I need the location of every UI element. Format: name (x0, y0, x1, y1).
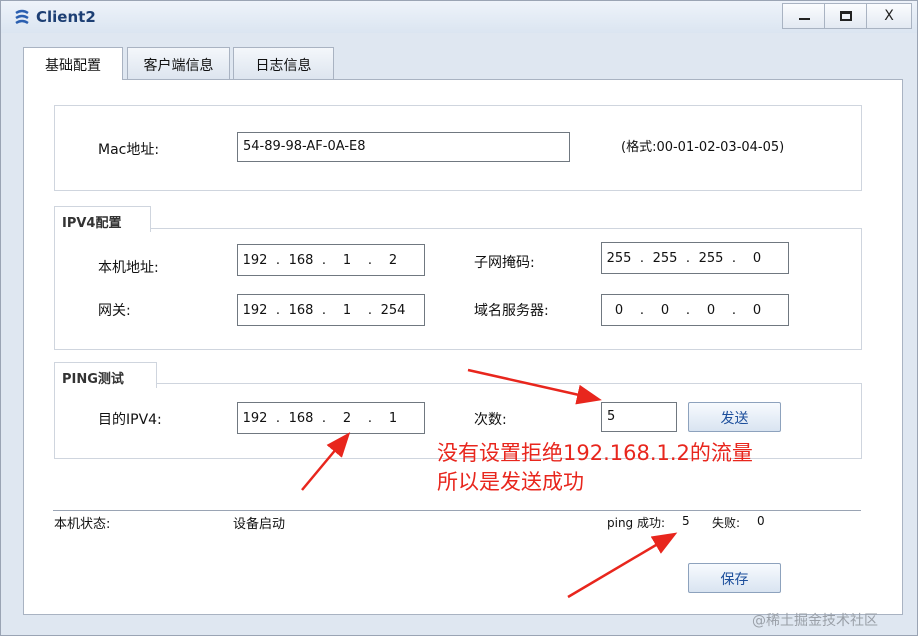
arrow-to-target-ip (301, 432, 351, 491)
annotation-line-1: 没有设置拒绝192.168.1.2的流量 (437, 441, 753, 465)
tab-basic-config[interactable]: 基础配置 (23, 47, 123, 80)
arrow-to-count (467, 368, 602, 405)
annotation-arrows (301, 368, 678, 599)
watermark: @稀土掘金技术社区 (752, 613, 878, 629)
arrow-to-success-count (567, 532, 678, 599)
annotation-line-2: 所以是发送成功 (437, 470, 584, 494)
